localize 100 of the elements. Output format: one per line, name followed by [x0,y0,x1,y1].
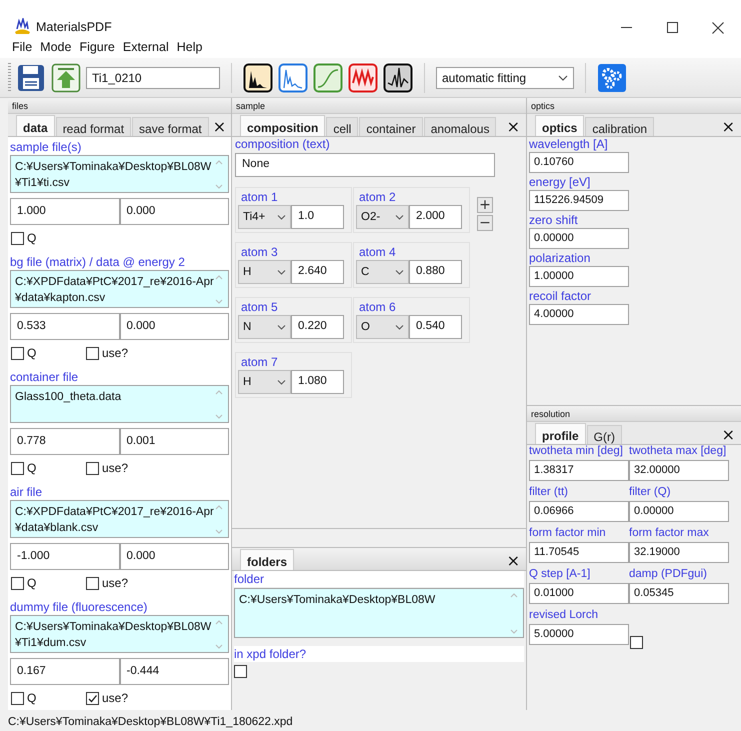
close-button[interactable]: × [718,426,738,444]
path-text-area[interactable]: C:¥XPDFdata¥PtC¥2017_re¥2016-Apr ¥data¥kapton.csv [10,270,229,308]
input-field[interactable]: 1.0 [291,205,344,229]
menu-item[interactable]: Figure [75,38,119,58]
spectrum-button[interactable] [243,62,273,92]
menu-item[interactable]: Help [172,38,206,58]
tab[interactable]: read format [56,117,132,136]
path-text-area[interactable]: Glass100_theta.data [10,385,229,423]
input-field[interactable]: 0.001 [120,428,229,455]
input-field[interactable]: 32.00000 [629,460,729,481]
input-field[interactable]: 2.640 [291,260,344,284]
element-dropdown[interactable]: Ti4+ [238,205,291,229]
group-label: atom 2 [358,189,397,205]
tab[interactable]: optics [535,115,584,136]
checkbox[interactable] [86,462,99,474]
scroll-up-icon [215,504,223,510]
close-button[interactable]: × [504,552,523,570]
close-button[interactable]: × [504,118,523,136]
input-field[interactable]: 0.000 [120,543,229,570]
input-field[interactable]: 0.533 [10,313,120,340]
mode-dropdown[interactable]: automatic fitting [436,66,574,88]
scroll-up-icon [215,389,223,395]
tab[interactable]: G(r) [586,425,622,444]
input-field[interactable]: 0.000 [120,313,229,340]
input-field[interactable]: None [235,153,495,177]
checkbox[interactable] [630,636,643,649]
element-dropdown[interactable]: H [238,260,291,284]
path-text-area[interactable]: C:¥Users¥Tominaka¥Desktop¥BL08W ¥Ti1¥dum.csv [10,615,229,653]
input-field[interactable]: 1.38317 [529,460,629,481]
field-label: energy [eV] [529,175,592,190]
tab[interactable]: anomalous [424,117,496,136]
input-field[interactable]: 1.00000 [529,266,629,287]
tab[interactable]: calibration [585,117,654,136]
checkbox[interactable] [11,346,24,360]
input-field[interactable]: 2.000 [409,205,462,229]
checkbox[interactable] [86,346,99,360]
input-field[interactable]: 1.080 [291,370,344,394]
menu-item[interactable]: File [8,38,36,58]
field-label: container file [10,369,80,385]
element-dropdown[interactable]: C [356,260,409,284]
remove-button[interactable]: − [477,215,493,231]
element-dropdown[interactable]: O2- [356,205,409,229]
checkbox[interactable] [11,462,24,474]
close-button[interactable]: × [718,118,738,136]
input-field[interactable]: 5.00000 [529,624,629,645]
tab[interactable]: cell [326,117,358,136]
menu-item[interactable]: Mode [36,38,76,58]
input-field[interactable]: 32.19000 [629,542,729,563]
checkbox[interactable] [86,692,99,704]
toolbar-grip[interactable] [8,62,11,92]
checkbox[interactable] [234,665,247,678]
name-field[interactable]: Ti1_0210 [86,66,220,88]
tab[interactable]: save format [132,117,209,136]
save-button[interactable] [16,62,46,92]
input-field[interactable]: 0.220 [291,315,344,339]
pdf-button[interactable] [383,62,413,92]
settings-button[interactable] [597,62,627,92]
menu-item[interactable]: External [118,38,173,58]
add-button[interactable]: + [477,197,493,213]
input-field[interactable]: 0.00000 [629,501,729,522]
input-field[interactable]: 0.00000 [529,228,629,249]
tab[interactable]: data [16,115,55,136]
path-text-area[interactable]: C:¥Users¥Tominaka¥Desktop¥BL08W ¥Ti1¥ti.csv [10,155,229,193]
app-logo-icon [14,18,31,34]
input-field[interactable]: -1.000 [10,543,120,570]
close-button[interactable]: × [210,118,230,136]
input-field[interactable]: 0.05345 [629,583,729,604]
input-field[interactable]: 0.10760 [529,152,629,173]
tab[interactable]: profile [535,423,586,444]
element-dropdown[interactable]: O [356,315,409,339]
curve-button[interactable] [313,62,343,92]
input-field[interactable]: 4.00000 [529,304,629,325]
field-label: composition (text) [235,137,331,151]
input-field[interactable]: 0.167 [10,658,120,685]
wave-button[interactable] [348,62,378,92]
tab[interactable]: folders [240,549,294,570]
input-field[interactable]: -0.444 [120,658,229,685]
checkbox[interactable] [11,692,24,704]
input-field[interactable]: 0.540 [409,315,462,339]
path-text-area[interactable]: C:¥XPDFdata¥PtC¥2017_re¥2016-Apr ¥data¥blank.csv [10,500,229,538]
element-dropdown[interactable]: N [238,315,291,339]
checkbox[interactable] [86,576,99,590]
input-field[interactable]: 0.778 [10,428,120,455]
input-field[interactable]: 11.70545 [529,542,629,563]
checkbox[interactable] [11,576,24,590]
tab[interactable]: container [359,117,423,136]
tab[interactable]: composition [240,115,326,136]
upload-button[interactable] [51,62,81,92]
input-field[interactable]: 1.000 [10,198,120,225]
path-text-area[interactable]: C:¥Users¥Tominaka¥Desktop¥BL08W [234,588,524,638]
checkbox[interactable] [11,232,24,244]
input-field[interactable]: 115226.94509 [529,190,629,211]
input-field[interactable]: 0.06966 [529,501,629,522]
input-field[interactable]: 0.01000 [529,583,629,604]
group-label: atom 5 [240,299,279,315]
input-field[interactable]: 0.880 [409,260,462,284]
element-dropdown[interactable]: H [238,370,291,394]
group-label: atom 3 [240,244,279,260]
input-field[interactable]: 0.000 [120,198,229,225]
field-label: dummy file (fluorescence) [10,599,148,615]
